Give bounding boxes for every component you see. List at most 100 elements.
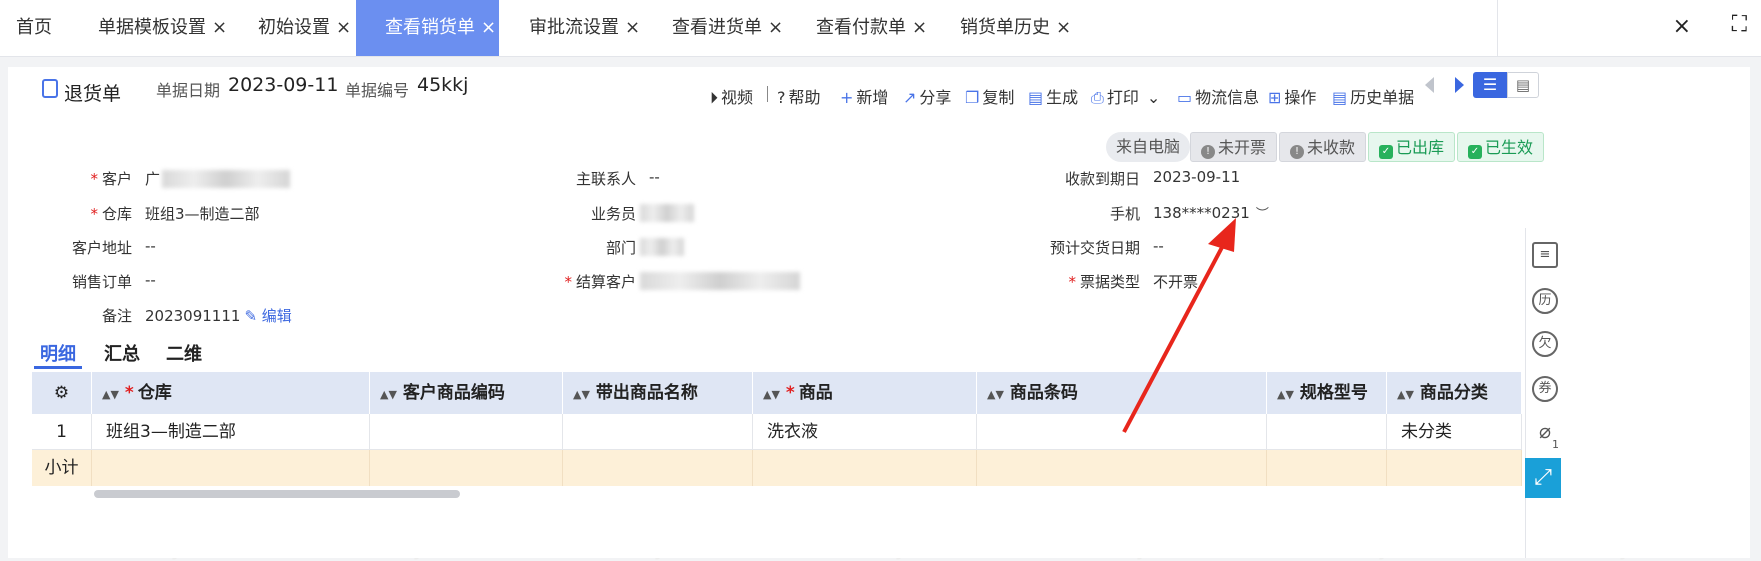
fullscreen-icon[interactable]: ⛶ <box>1732 12 1747 37</box>
chevron-down-icon[interactable]: ⌄ <box>1147 88 1160 107</box>
subtotal-cell <box>1267 450 1387 486</box>
cell-product[interactable]: 洗衣液 <box>753 414 977 450</box>
subtotal-cell <box>370 450 563 486</box>
expand-icon[interactable]: ⤢ <box>1525 458 1561 498</box>
sort-icon[interactable]: ▲▼ <box>1277 388 1294 401</box>
next-icon[interactable] <box>1455 77 1464 93</box>
attachment-count: 1 <box>1552 438 1559 451</box>
document-icon[interactable]: ≡ <box>1532 242 1558 268</box>
column-settings[interactable]: ⚙ <box>32 372 92 414</box>
tab-initial-settings[interactable]: 初始设置 × <box>258 0 351 56</box>
sales-order-value: -- <box>145 271 156 289</box>
status-shipped: ✓ 已出库 <box>1368 132 1456 162</box>
help-icon: ? <box>777 88 786 107</box>
required-mark: * <box>564 273 572 291</box>
divider <box>1497 0 1498 56</box>
edit-icon: ✎ <box>244 307 258 325</box>
warehouse-value: 班组3—制造二部 <box>145 205 260 223</box>
status-label: 已出库 <box>1396 138 1445 157</box>
edit-link[interactable]: ✎ 编辑 <box>244 307 291 325</box>
column-title: 商品条码 <box>1009 383 1078 403</box>
list-view-icon[interactable]: ☰ <box>1473 72 1507 98</box>
printer-icon: ⎙ <box>1091 88 1104 107</box>
column-header-out-name[interactable]: ▲▼ 带出商品名称 <box>563 372 753 414</box>
tab-detail[interactable]: 明细 <box>40 340 76 366</box>
address-value: -- <box>145 237 156 255</box>
sort-icon[interactable]: ▲▼ <box>102 388 119 401</box>
sort-icon[interactable]: ▲▼ <box>763 388 780 401</box>
close-icon[interactable]: × <box>212 17 227 38</box>
tab-summary[interactable]: 汇总 <box>104 340 140 366</box>
sort-icon[interactable]: ▲▼ <box>573 388 590 401</box>
tab-home[interactable]: 首页 <box>16 0 52 56</box>
doc-type-label: 退货单 <box>64 83 122 105</box>
tab-two-dim[interactable]: 二维 <box>166 340 202 366</box>
cell-warehouse[interactable]: 班组3—制造二部 <box>92 414 370 450</box>
logistics-button[interactable]: ▭ 物流信息 <box>1177 84 1259 108</box>
required-mark: * <box>1068 273 1076 291</box>
close-icon[interactable]: × <box>912 17 927 38</box>
add-button[interactable]: + 新增 <box>840 84 888 108</box>
column-header-product[interactable]: ▲▼ * 商品 <box>753 372 977 414</box>
close-icon[interactable]: × <box>625 17 640 38</box>
tab-template-settings[interactable]: 单据模板设置 × <box>98 0 227 56</box>
horizontal-scrollbar[interactable] <box>94 490 460 498</box>
check-icon: ✓ <box>1379 145 1393 159</box>
card-view-icon[interactable]: ▤ <box>1507 72 1539 98</box>
salesman-label: 业务员 <box>590 205 636 223</box>
subtotal-cell <box>563 450 753 486</box>
sort-icon[interactable]: ▲▼ <box>987 388 1004 401</box>
sort-icon[interactable]: ▲▼ <box>380 388 397 401</box>
doc-type-tab[interactable]: 退货单 <box>8 67 160 111</box>
operate-button[interactable]: ⊞ 操作 <box>1268 84 1316 108</box>
tab-view-payment[interactable]: 查看付款单 × <box>816 0 927 56</box>
tab-label: 单据模板设置 <box>98 17 206 38</box>
gear-icon[interactable]: ⚙ <box>54 383 69 403</box>
tab-sales-history[interactable]: 销货单历史 × <box>960 0 1071 56</box>
column-header-customer-code[interactable]: ▲▼ 客户商品编码 <box>370 372 563 414</box>
customer-value: 广 <box>145 170 161 188</box>
close-icon[interactable]: × <box>1056 17 1071 38</box>
required-mark: * <box>90 205 98 223</box>
owe-icon[interactable]: 欠 <box>1532 331 1558 357</box>
tab-label: 首页 <box>16 17 52 38</box>
video-button[interactable]: ⏵ 视频 <box>710 84 753 108</box>
column-header-spec[interactable]: ▲▼ 规格型号 <box>1267 372 1387 414</box>
redacted-block <box>640 272 800 290</box>
truck-icon: ▭ <box>1177 88 1193 107</box>
share-button[interactable]: ↗ 分享 <box>903 84 951 108</box>
close-all-icon[interactable]: × <box>1673 14 1691 39</box>
cell-out-name[interactable] <box>563 414 753 450</box>
logistics-label: 物流信息 <box>1195 88 1260 107</box>
tab-view-sales-order[interactable]: 查看销货单 × <box>356 0 499 56</box>
help-button[interactable]: ? 帮助 <box>777 84 821 108</box>
prev-icon[interactable] <box>1425 77 1434 93</box>
tab-view-purchase[interactable]: 查看进货单 × <box>672 0 783 56</box>
copy-label: 复制 <box>982 88 1015 107</box>
generate-button[interactable]: ▤ 生成 <box>1028 84 1078 108</box>
column-title: 商品分类 <box>1419 383 1488 403</box>
print-button[interactable]: ⎙ 打印 ⌄ <box>1091 84 1160 108</box>
cell-spec[interactable] <box>1267 414 1387 450</box>
document-icon: ▤ <box>1028 88 1044 107</box>
arrow-head <box>1208 218 1236 252</box>
edit-label: 编辑 <box>261 307 292 325</box>
status-effective: ✓ 已生效 <box>1457 132 1545 162</box>
column-header-warehouse[interactable]: ▲▼ * 仓库 <box>92 372 370 414</box>
copy-button[interactable]: ❐ 复制 <box>965 84 1014 108</box>
close-icon[interactable]: × <box>481 17 496 38</box>
close-icon[interactable]: × <box>768 17 783 38</box>
remark-text: 2023091111 <box>145 307 241 325</box>
share-icon: ↗ <box>903 88 917 107</box>
history-icon[interactable]: 历 <box>1532 288 1558 314</box>
column-header-category[interactable]: ▲▼ 商品分类 <box>1387 372 1522 414</box>
tab-approval-settings[interactable]: 审批流设置 × <box>529 0 640 56</box>
cell-customer-code[interactable] <box>370 414 563 450</box>
tab-label: 查看付款单 <box>816 17 906 38</box>
sort-icon[interactable]: ▲▼ <box>1397 388 1414 401</box>
coupon-icon[interactable]: 券 <box>1532 376 1558 402</box>
history-button[interactable]: ▤ 历史单据 <box>1332 84 1414 108</box>
close-icon[interactable]: × <box>336 17 351 38</box>
grid-icon: ⊞ <box>1268 88 1282 107</box>
cell-category[interactable]: 未分类 <box>1387 414 1522 450</box>
